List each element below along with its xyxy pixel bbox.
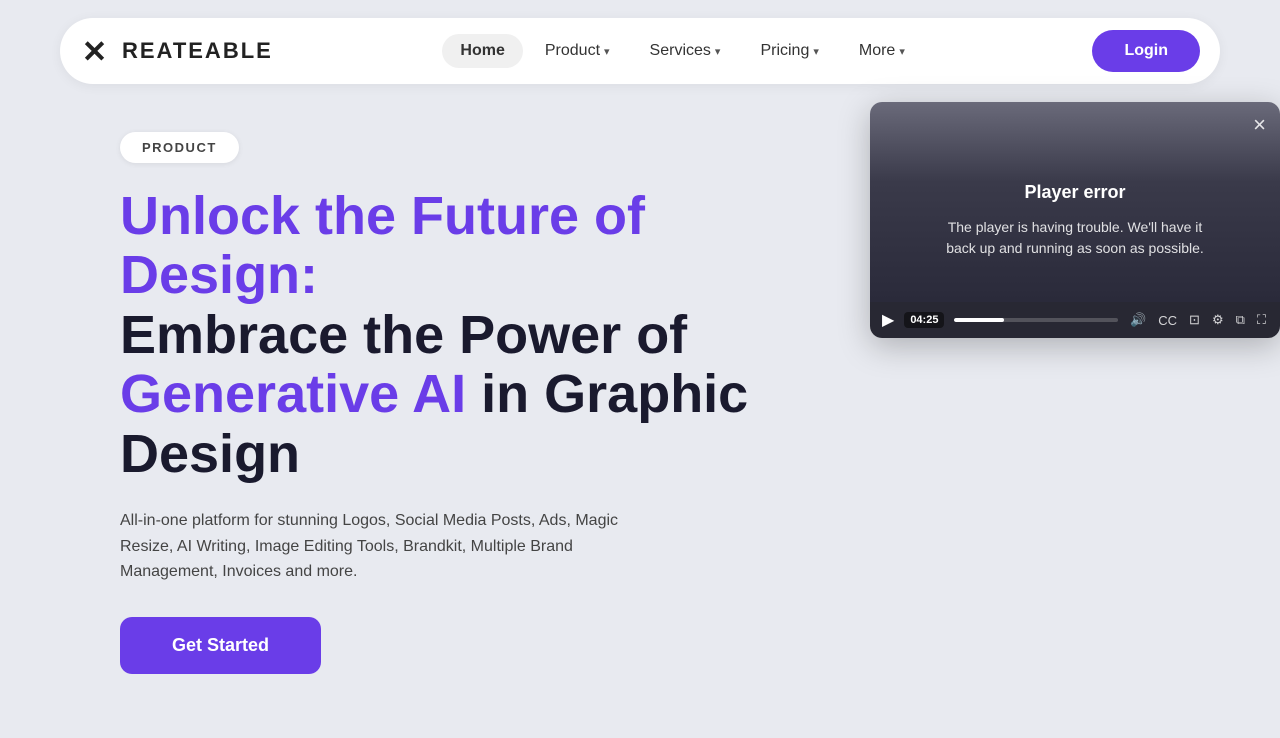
hero-description: All-in-one platform for stunning Logos, … bbox=[120, 508, 640, 585]
nav-product-label: Product bbox=[545, 42, 600, 60]
pip-icon[interactable]: ⧉ bbox=[1234, 310, 1247, 330]
video-timestamp: 04:25 bbox=[904, 312, 944, 328]
video-error-area: Player error The player is having troubl… bbox=[870, 102, 1280, 302]
product-badge: PRODUCT bbox=[120, 132, 239, 163]
login-button[interactable]: Login bbox=[1092, 30, 1200, 72]
nav-item-product[interactable]: Product ▾ bbox=[527, 34, 628, 68]
logo[interactable]: ✕ REATEABLE bbox=[80, 33, 273, 69]
hero-heading: Unlock the Future of Design: Embrace the… bbox=[120, 187, 800, 484]
nav-services-label: Services bbox=[650, 42, 711, 60]
hero-heading-line1: Unlock the Future of bbox=[120, 186, 645, 246]
nav-item-more[interactable]: More ▾ bbox=[841, 34, 923, 68]
nav-home-label: Home bbox=[460, 42, 504, 60]
hero-heading-line3: Embrace the Power of bbox=[120, 305, 687, 365]
video-progress-bar[interactable] bbox=[954, 318, 1118, 322]
video-close-button[interactable]: × bbox=[1253, 114, 1266, 136]
video-controls: ▶ 04:25 🔊 CC ⊡ ⚙ ⧉ ⛶ bbox=[870, 302, 1280, 338]
fullscreen-icon[interactable]: ⛶ bbox=[1255, 310, 1268, 330]
nav-pricing-label: Pricing bbox=[760, 42, 809, 60]
pricing-chevron-icon: ▾ bbox=[813, 45, 819, 58]
services-chevron-icon: ▾ bbox=[715, 45, 721, 58]
video-player-body: × Player error The player is having trou… bbox=[870, 102, 1280, 302]
player-error-message: The player is having trouble. We'll have… bbox=[935, 217, 1215, 259]
hero-heading-line2: Design: bbox=[120, 245, 318, 305]
play-button[interactable]: ▶ bbox=[882, 310, 894, 330]
video-player: × Player error The player is having trou… bbox=[870, 102, 1280, 338]
nav-item-home[interactable]: Home bbox=[442, 34, 522, 68]
video-ctrl-icons: 🔊 CC ⊡ ⚙ ⧉ ⛶ bbox=[1128, 310, 1268, 330]
hero-heading-highlight: Generative AI bbox=[120, 364, 466, 424]
player-error-title: Player error bbox=[1024, 182, 1125, 203]
settings-icon[interactable]: ⚙ bbox=[1210, 310, 1226, 330]
nav-item-services[interactable]: Services ▾ bbox=[632, 34, 739, 68]
get-started-button[interactable]: Get Started bbox=[120, 617, 321, 674]
bookmark-icon[interactable]: ⊡ bbox=[1187, 310, 1202, 330]
product-chevron-icon: ▾ bbox=[604, 45, 610, 58]
nav-more-label: More bbox=[859, 42, 895, 60]
svg-text:✕: ✕ bbox=[82, 35, 108, 69]
nav-item-pricing[interactable]: Pricing ▾ bbox=[742, 34, 836, 68]
logo-icon: ✕ bbox=[80, 33, 116, 69]
navbar: ✕ REATEABLE Home Product ▾ Services ▾ Pr… bbox=[60, 18, 1220, 84]
logo-text: REATEABLE bbox=[122, 38, 273, 64]
main-content: PRODUCT Unlock the Future of Design: Emb… bbox=[0, 102, 1280, 674]
cc-icon[interactable]: CC bbox=[1156, 311, 1179, 330]
nav-links: Home Product ▾ Services ▾ Pricing ▾ More… bbox=[442, 34, 922, 68]
volume-icon[interactable]: 🔊 bbox=[1128, 310, 1148, 330]
more-chevron-icon: ▾ bbox=[899, 45, 905, 58]
video-progress-fill bbox=[954, 318, 1003, 322]
